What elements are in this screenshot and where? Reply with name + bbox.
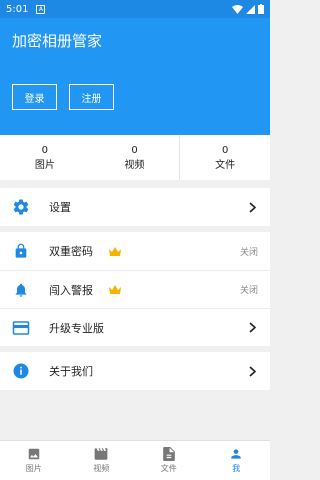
settings-section: 设置 (0, 188, 270, 226)
stat-photos-label: 图片 (34, 159, 55, 171)
register-button[interactable]: 注册 (69, 84, 114, 110)
login-button[interactable]: 登录 (12, 84, 57, 110)
status-bar: 5:01 A (0, 0, 270, 18)
stats-bar: 0 图片 0 视频 0 文件 (0, 135, 270, 180)
crown-icon (108, 242, 122, 261)
intruder-alert-row[interactable]: 闯入警报 关闭 (0, 270, 270, 308)
header: 加密相册管家 登录 注册 (0, 18, 270, 135)
file-icon (161, 447, 177, 461)
status-time: 5:01 (6, 3, 29, 15)
stat-videos-value: 0 (131, 144, 138, 156)
stat-videos[interactable]: 0 视频 (90, 135, 180, 180)
bell-icon (12, 281, 30, 299)
intruder-alert-status: 关闭 (239, 286, 258, 296)
image-icon (26, 447, 42, 461)
upgrade-label: 升级专业版 (49, 321, 104, 335)
credit-card-icon (12, 319, 30, 337)
about-section: 关于我们 (0, 352, 270, 390)
stat-photos[interactable]: 0 图片 (0, 135, 90, 180)
stat-videos-label: 视频 (124, 159, 145, 171)
chevron-right-icon (249, 318, 257, 337)
stat-photos-value: 0 (41, 144, 49, 156)
nav-videos[interactable]: 视频 (68, 441, 136, 480)
bottom-nav: 图片 视频 文件 我 (0, 440, 270, 480)
nav-me-label: 我 (232, 464, 241, 473)
nav-photos[interactable]: 图片 (0, 441, 68, 480)
settings-row[interactable]: 设置 (0, 188, 270, 226)
chevron-right-icon (249, 362, 257, 381)
wifi-icon (232, 4, 243, 14)
nav-me[interactable]: 我 (203, 441, 271, 480)
double-password-label: 双重密码 (49, 245, 93, 258)
status-icons (232, 4, 264, 14)
nav-videos-label: 视频 (93, 464, 110, 473)
app-title: 加密相册管家 (12, 32, 103, 50)
double-password-status: 关闭 (239, 247, 258, 258)
stat-files-label: 文件 (215, 159, 236, 171)
double-password-row[interactable]: 双重密码 关闭 (0, 232, 270, 270)
upgrade-row[interactable]: 升级专业版 (0, 308, 270, 346)
intruder-alert-label: 闯入警报 (49, 283, 93, 297)
settings-label: 设置 (49, 201, 71, 214)
person-icon (228, 447, 244, 461)
lock-icon (12, 242, 30, 260)
gear-icon (12, 198, 30, 216)
battery-icon (258, 4, 264, 14)
notification-icon: A (36, 4, 46, 14)
about-row[interactable]: 关于我们 (0, 352, 270, 390)
chevron-right-icon (249, 198, 257, 217)
signal-icon (246, 4, 255, 14)
about-label: 关于我们 (49, 365, 93, 378)
nav-files[interactable]: 文件 (135, 441, 203, 480)
info-icon (12, 362, 30, 380)
stat-files[interactable]: 0 文件 (179, 135, 270, 180)
video-icon (93, 447, 109, 461)
stat-files-value: 0 (221, 144, 229, 156)
nav-photos-label: 图片 (25, 464, 42, 473)
nav-files-label: 文件 (160, 464, 177, 473)
crown-icon (108, 280, 122, 299)
security-section: 双重密码 关闭 闯入警报 关闭 升级专业版 (0, 232, 270, 346)
